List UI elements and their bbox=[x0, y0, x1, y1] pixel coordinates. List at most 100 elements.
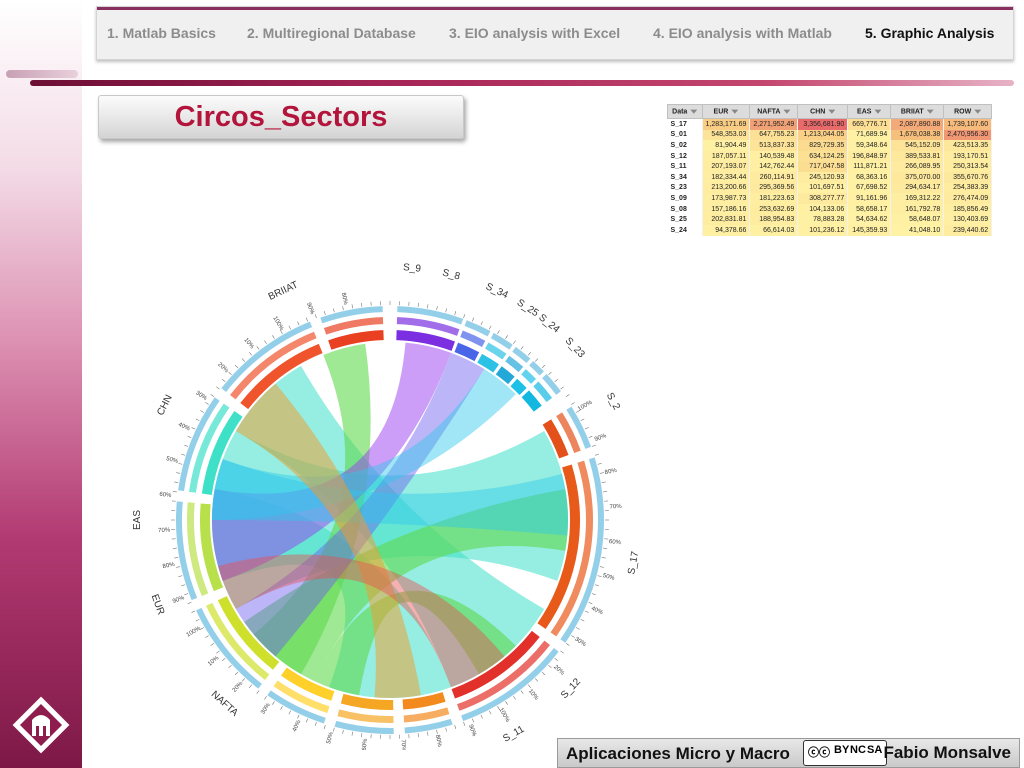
row-label: S_02 bbox=[667, 140, 703, 151]
region-label-eur: EUR bbox=[149, 593, 167, 617]
table-cell: 548,353.03 bbox=[702, 129, 751, 141]
tick-mark bbox=[603, 491, 608, 493]
table-cell: 245,120.93 bbox=[797, 171, 849, 183]
tab-eio-excel[interactable]: 3. EIO analysis with Excel bbox=[449, 25, 620, 41]
percent-tick-label: 50% bbox=[165, 456, 179, 465]
tick-mark bbox=[241, 678, 245, 682]
tick-mark bbox=[513, 340, 516, 345]
tick-mark bbox=[565, 394, 570, 397]
table-row: S_01 548,353.03 647,755.23 1,213,044.05 71,6… bbox=[667, 129, 993, 141]
table-header-data[interactable]: Data bbox=[667, 104, 703, 119]
tick-mark bbox=[584, 610, 589, 613]
row-label: S_08 bbox=[667, 203, 703, 215]
tick-mark bbox=[497, 330, 500, 334]
row-label: S_01 bbox=[667, 129, 703, 141]
tick-mark bbox=[176, 566, 181, 568]
tick-mark bbox=[305, 317, 309, 322]
tick-mark bbox=[184, 444, 189, 447]
tab-matlab-basics[interactable]: 1. Matlab Basics bbox=[107, 25, 216, 41]
tick-mark bbox=[599, 566, 604, 568]
tab-graphic-analysis[interactable]: 5. Graphic Analysis bbox=[865, 25, 994, 41]
table-cell: 181,223.63 bbox=[749, 193, 799, 204]
tick-mark bbox=[513, 695, 516, 700]
table-header-briiat[interactable]: BRIIAT bbox=[890, 104, 945, 119]
tick-mark bbox=[288, 325, 291, 330]
percent-tick-label: 70% bbox=[158, 527, 171, 534]
table-cell: 140,539.48 bbox=[749, 150, 799, 162]
table-row: S_11 207,193.07 142,762.44 717,047.58 111,87… bbox=[667, 161, 993, 172]
circos-outer-track bbox=[505, 355, 524, 373]
filter-dropdown-icon[interactable] bbox=[783, 109, 791, 114]
percent-tick-label: 80% bbox=[604, 468, 618, 477]
percent-tick-label: 90% bbox=[305, 302, 315, 316]
tick-mark bbox=[601, 481, 606, 483]
table-header-eas[interactable]: EAS bbox=[847, 104, 892, 119]
tick-mark bbox=[417, 302, 419, 307]
tick-mark bbox=[314, 721, 317, 726]
tick-mark bbox=[463, 314, 466, 319]
filter-dropdown-icon[interactable] bbox=[874, 109, 882, 114]
sector-label-s2: S_2 bbox=[604, 391, 622, 412]
header-divider bbox=[30, 80, 1014, 86]
sector-label-s17: S_17 bbox=[626, 550, 641, 575]
tick-mark bbox=[471, 718, 475, 723]
table-cell: 185,856.49 bbox=[943, 203, 993, 215]
sidebar-gradient bbox=[0, 0, 82, 768]
table-cell: 58,648.07 bbox=[890, 214, 945, 225]
table-header-label: Data bbox=[672, 108, 688, 116]
table-cell: 193,170.51 bbox=[943, 150, 993, 162]
percent-tick-label: 20% bbox=[216, 362, 229, 375]
tick-mark bbox=[314, 314, 317, 319]
table-cell: 101,697.51 bbox=[797, 182, 849, 194]
table-header-row[interactable]: ROW bbox=[943, 104, 993, 119]
table-cell: 1,678,038.38 bbox=[890, 129, 945, 141]
filter-dropdown-icon[interactable] bbox=[731, 109, 739, 114]
tick-mark bbox=[361, 302, 363, 307]
footer-bar: Aplicaciones Micro y Macro ⓒⓒ BY NC SA F… bbox=[557, 738, 1020, 768]
filter-dropdown-icon[interactable] bbox=[828, 109, 836, 114]
circos-segment bbox=[521, 390, 542, 412]
tick-mark bbox=[436, 729, 438, 734]
filter-dropdown-icon[interactable] bbox=[690, 109, 698, 114]
university-logo-icon bbox=[12, 696, 70, 754]
tick-mark bbox=[520, 346, 524, 350]
table-header-label: CHN bbox=[810, 108, 826, 116]
table-header-chn[interactable]: CHN bbox=[797, 104, 849, 119]
percent-tick-label: 10% bbox=[527, 688, 540, 702]
tick-mark bbox=[463, 721, 466, 726]
tick-mark bbox=[576, 627, 580, 630]
table-header-eur[interactable]: EUR bbox=[701, 104, 751, 119]
tabbar-accent bbox=[97, 7, 1013, 10]
region-label-eas: EAS bbox=[132, 510, 143, 530]
filter-dropdown-icon[interactable] bbox=[974, 109, 982, 114]
creative-commons-badge: ⓒⓒ BY NC SA bbox=[803, 740, 887, 766]
circos-percent-track bbox=[529, 360, 544, 376]
table-cell: 81,904.49 bbox=[702, 140, 751, 151]
table-cell: 669,776.71 bbox=[847, 118, 892, 130]
table-cell: 78,883.28 bbox=[797, 214, 849, 225]
tick-mark bbox=[256, 690, 260, 694]
table-cell: 196,848.97 bbox=[847, 150, 892, 162]
row-label: S_23 bbox=[667, 182, 703, 194]
table-cell: 276,474.09 bbox=[943, 193, 993, 204]
tick-mark bbox=[178, 575, 183, 577]
percent-tick-label: 70% bbox=[400, 739, 407, 750]
table-row: S_24 94,378.66 66,614.03 101,236.12 145,359.… bbox=[667, 224, 993, 236]
table-header-nafta[interactable]: NAFTA bbox=[749, 104, 799, 119]
tab-multiregional-database[interactable]: 2. Multiregional Database bbox=[247, 25, 416, 41]
percent-tick-label: 100% bbox=[497, 707, 510, 724]
tick-mark bbox=[333, 727, 335, 732]
tick-mark bbox=[436, 306, 438, 311]
tick-mark bbox=[187, 435, 192, 439]
table-cell: 634,124.25 bbox=[797, 150, 849, 162]
table-row: S_09 173,987.73 181,223.63 308,277.77 91,161… bbox=[667, 193, 993, 204]
percent-tick-label: 80% bbox=[162, 562, 176, 571]
tick-mark bbox=[417, 733, 419, 738]
table-header-label: EAS bbox=[857, 108, 872, 116]
tick-mark bbox=[216, 386, 220, 390]
tick-mark bbox=[445, 308, 447, 313]
tab-eio-matlab[interactable]: 4. EIO analysis with Matlab bbox=[653, 25, 832, 41]
tick-mark bbox=[342, 729, 344, 734]
tick-mark bbox=[172, 491, 177, 493]
filter-dropdown-icon[interactable] bbox=[926, 109, 934, 114]
